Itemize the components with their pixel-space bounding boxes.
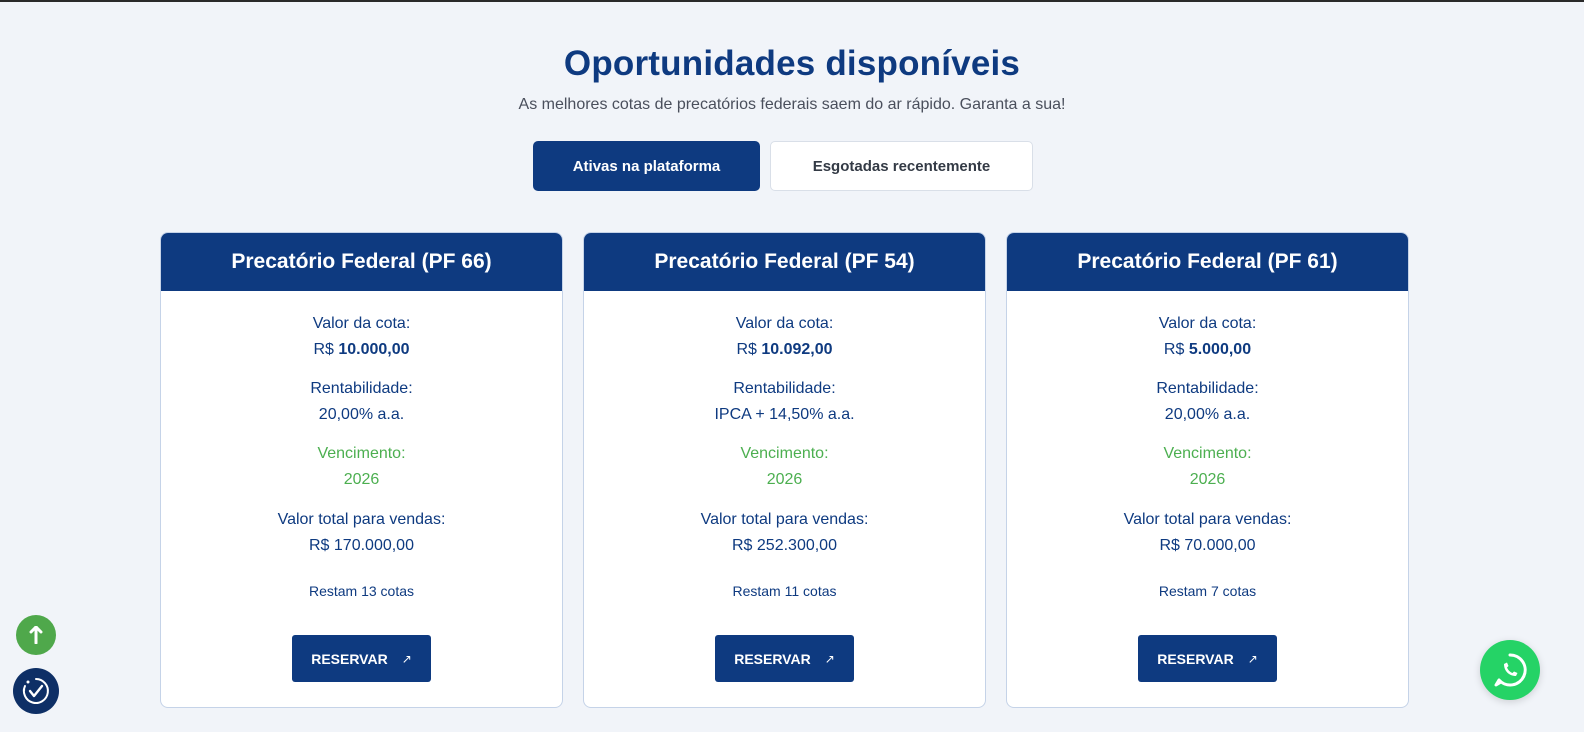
maturity-value: 2026 — [766, 471, 803, 488]
yield-label: Rentabilidade: — [733, 380, 836, 397]
reserve-button-label: RESERVAR — [1157, 650, 1234, 667]
total-value: R$ 170.000,00 — [309, 537, 414, 554]
yield-value: 20,00% a.a. — [1164, 406, 1251, 423]
maturity-label: Vencimento: — [740, 445, 829, 462]
quota-value: R$ 10.092,00 — [736, 341, 833, 358]
quota-label: Valor da cota: — [735, 315, 834, 332]
offer-card: Precatório Federal (PF 54) Valor da cota… — [583, 232, 986, 708]
card-title: Precatório Federal (PF 66) — [161, 233, 562, 291]
yield-value: IPCA + 14,50% a.a. — [714, 406, 855, 423]
page-subtitle: As melhores cotas de precatórios federai… — [518, 96, 1066, 113]
quota-value: R$ 10.000,00 — [313, 341, 410, 358]
total-value: R$ 252.300,00 — [732, 537, 837, 554]
whatsapp-button[interactable] — [1480, 640, 1540, 700]
page-title: Oportunidades disponíveis — [563, 44, 1021, 83]
total-label: Valor total para vendas: — [700, 511, 869, 528]
tab-active-on-platform[interactable]: Ativas na plataforma — [533, 141, 760, 191]
offer-card: Precatório Federal (PF 61) Valor da cota… — [1006, 232, 1409, 708]
arrow-up-right-icon: ↗ — [401, 651, 412, 666]
quota-value: R$ 5.000,00 — [1163, 341, 1252, 358]
total-value: R$ 70.000,00 — [1159, 537, 1256, 554]
total-label: Valor total para vendas: — [277, 511, 446, 528]
arrow-up-right-icon: ↗ — [824, 651, 835, 666]
remaining-quotas: Restam 7 cotas — [1158, 583, 1257, 599]
reserve-button[interactable]: RESERVAR ↗ — [715, 635, 854, 682]
yield-label: Rentabilidade: — [1156, 380, 1259, 397]
maturity-value: 2026 — [343, 471, 380, 488]
card-title: Precatório Federal (PF 54) — [584, 233, 985, 291]
remaining-quotas: Restam 13 cotas — [308, 583, 415, 599]
accessibility-badge-button[interactable] — [13, 668, 59, 714]
total-label: Valor total para vendas: — [1123, 511, 1292, 528]
tab-recently-sold-out[interactable]: Esgotadas recentemente — [770, 141, 1033, 191]
maturity-label: Vencimento: — [317, 445, 406, 462]
reserve-button-label: RESERVAR — [734, 650, 811, 667]
remaining-quotas: Restam 11 cotas — [732, 583, 837, 599]
card-title: Precatório Federal (PF 61) — [1007, 233, 1408, 291]
yield-value: 20,00% a.a. — [318, 406, 405, 423]
scroll-to-top-button[interactable] — [16, 615, 56, 655]
check-badge-icon — [22, 678, 49, 704]
maturity-label: Vencimento: — [1163, 445, 1252, 462]
quota-label: Valor da cota: — [1158, 315, 1257, 332]
reserve-button[interactable]: RESERVAR ↗ — [292, 635, 431, 682]
arrow-up-right-icon: ↗ — [1247, 651, 1258, 666]
reserve-button-label: RESERVAR — [311, 650, 388, 667]
maturity-value: 2026 — [1189, 471, 1226, 488]
top-border — [0, 0, 1584, 2]
reserve-button[interactable]: RESERVAR ↗ — [1138, 635, 1277, 682]
arrow-up-icon — [29, 626, 43, 644]
yield-label: Rentabilidade: — [310, 380, 413, 397]
offer-card: Precatório Federal (PF 66) Valor da cota… — [160, 232, 563, 708]
quota-label: Valor da cota: — [312, 315, 411, 332]
whatsapp-icon — [1494, 653, 1527, 687]
